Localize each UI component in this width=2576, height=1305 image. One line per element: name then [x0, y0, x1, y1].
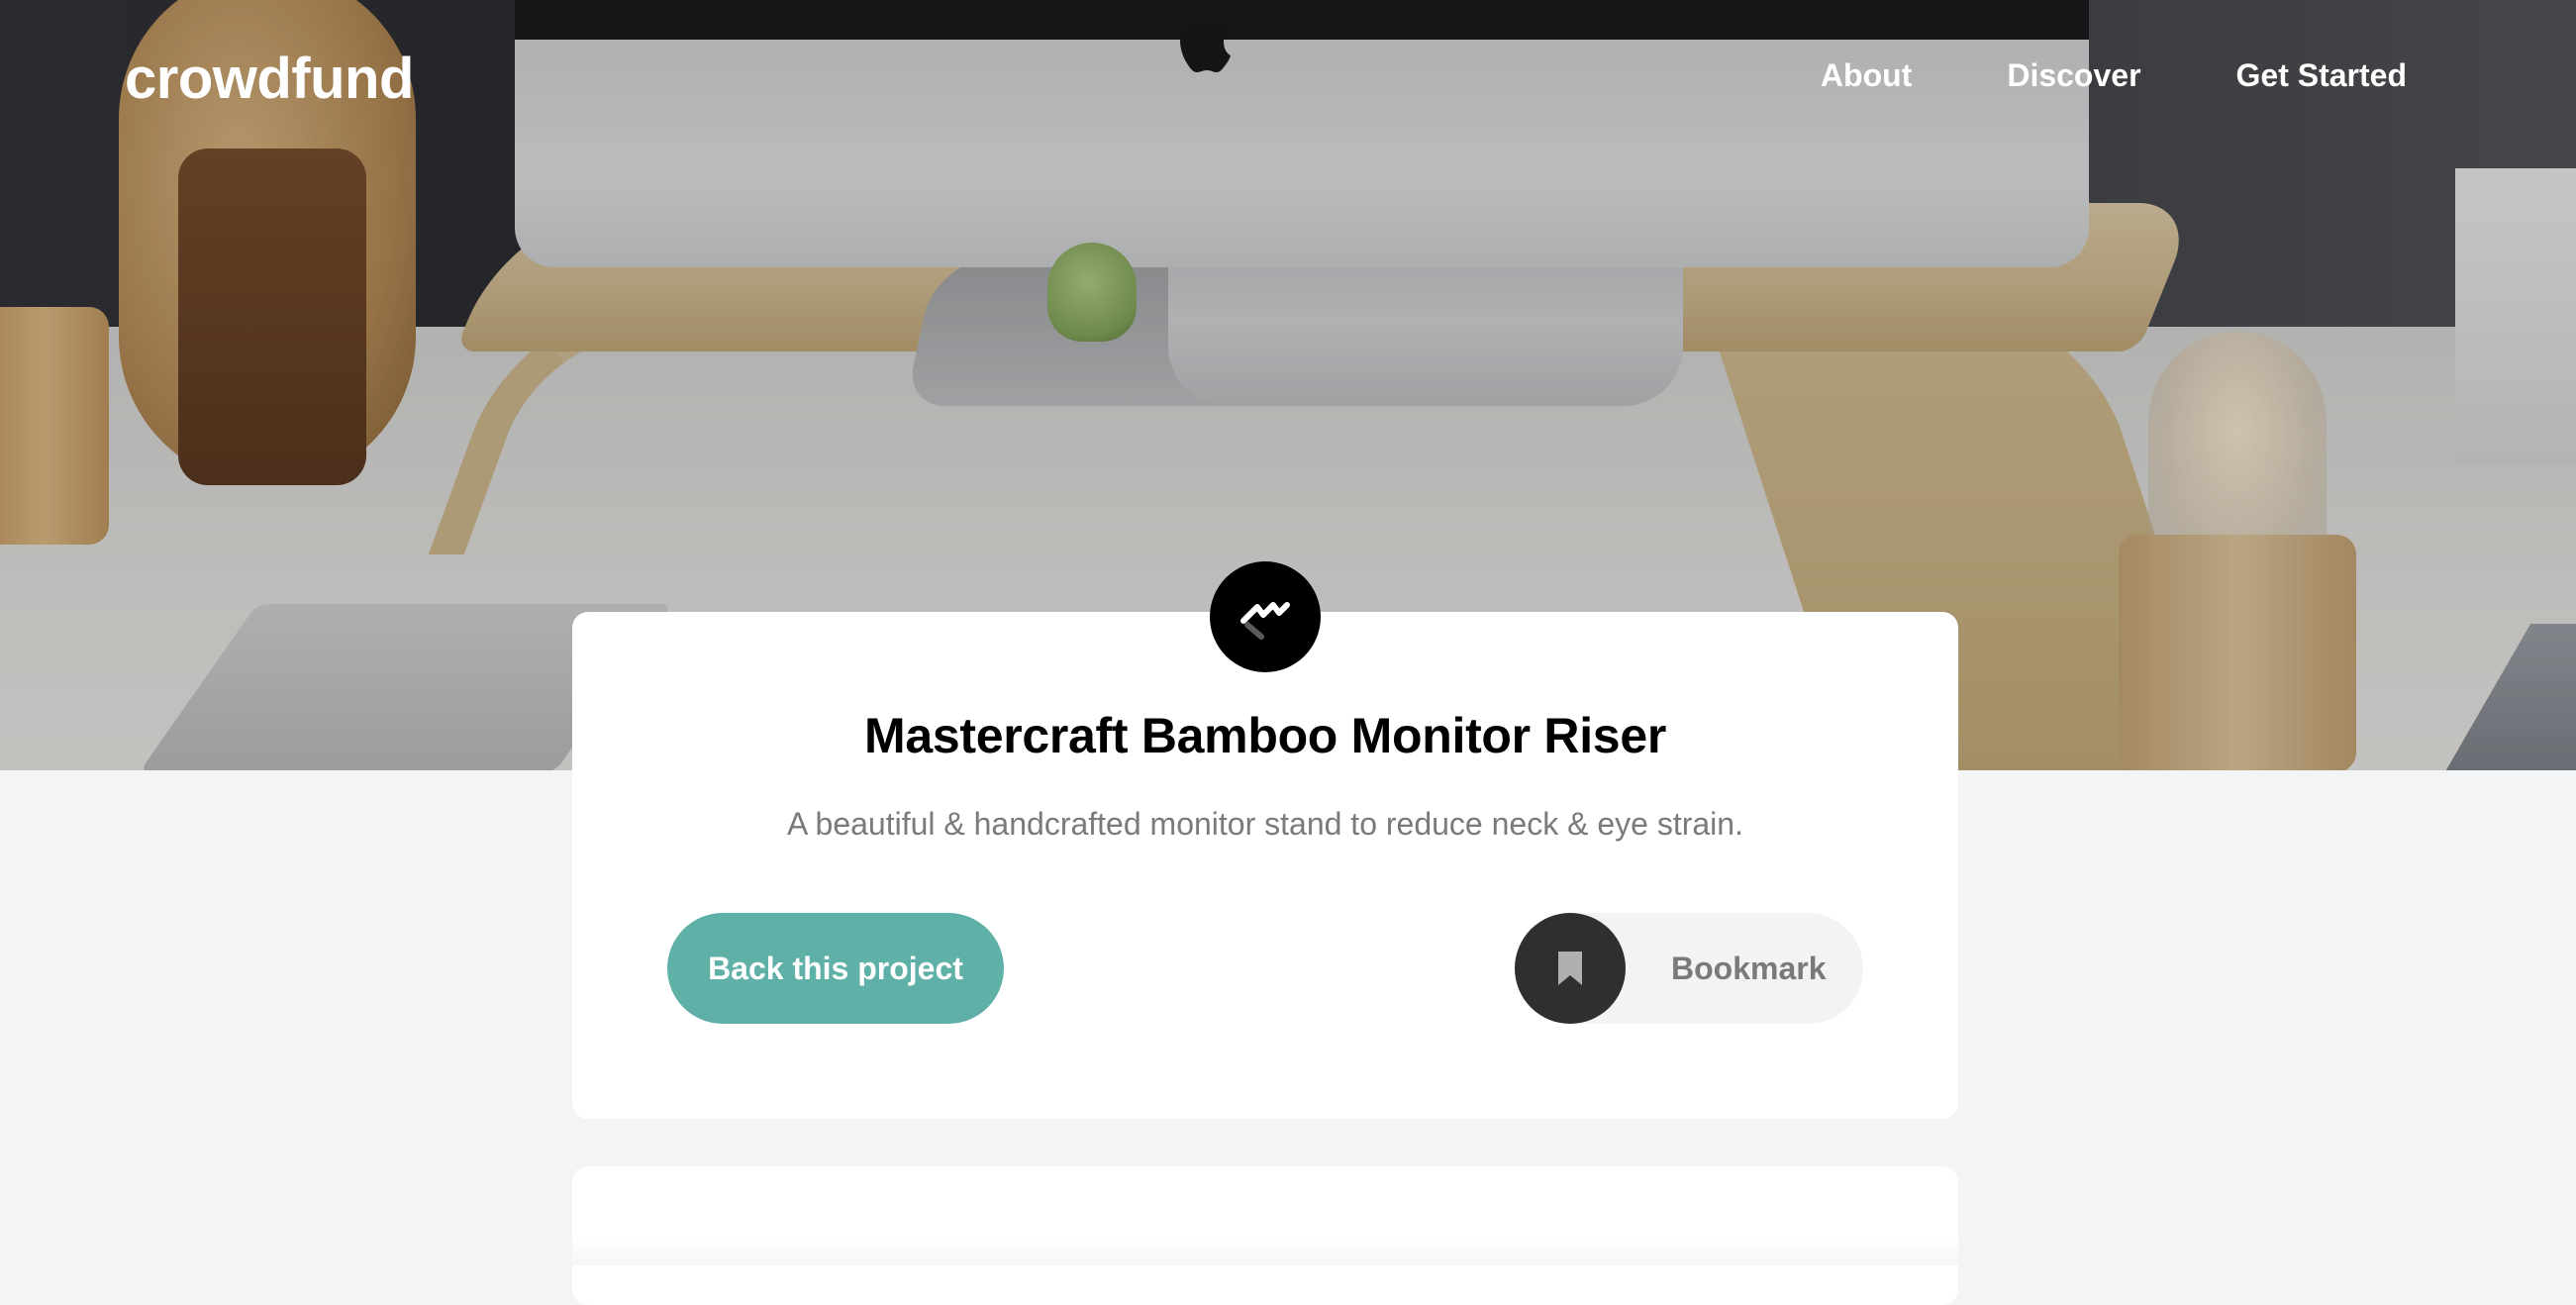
bookmark-button[interactable]: Bookmark	[1515, 913, 1863, 1024]
brand-logo[interactable]: crowdfund	[125, 46, 414, 112]
project-description: A beautiful & handcrafted monitor stand …	[787, 806, 1743, 842]
bookmark-label: Bookmark	[1671, 950, 1827, 986]
main-nav: About Discover Get Started	[1821, 57, 2407, 94]
nav-about[interactable]: About	[1821, 57, 1912, 94]
bookmark-icon	[1558, 952, 1582, 985]
project-card	[572, 612, 1958, 1119]
bookmark-icon-circle	[1515, 913, 1626, 1024]
back-project-button[interactable]: Back this project	[667, 913, 1004, 1024]
mastercraft-logo-glyph	[1240, 602, 1290, 640]
project-title: Mastercraft Bamboo Monitor Riser	[864, 708, 1666, 763]
nav-discover[interactable]: Discover	[2007, 57, 2140, 94]
nav-get-started[interactable]: Get Started	[2236, 57, 2407, 94]
bottom-fade	[0, 1236, 2576, 1265]
mastercraft-logo-icon	[1210, 561, 1321, 672]
